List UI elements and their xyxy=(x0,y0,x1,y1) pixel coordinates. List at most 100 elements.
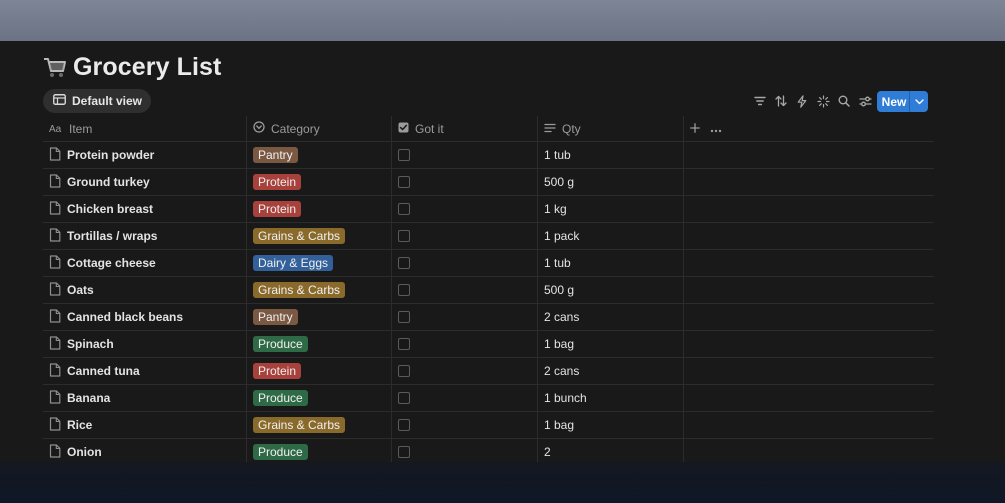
category-tag[interactable]: Protein xyxy=(253,363,302,379)
item-name[interactable]: Rice xyxy=(67,418,92,432)
qty-cell[interactable]: 2 cans xyxy=(538,304,684,330)
item-cell[interactable]: Onion xyxy=(43,439,247,462)
qty-cell[interactable]: 1 kg xyxy=(538,196,684,222)
got-it-checkbox[interactable] xyxy=(398,365,410,377)
got-it-checkbox[interactable] xyxy=(398,284,410,296)
category-tag[interactable]: Pantry xyxy=(253,147,298,163)
table-row[interactable]: Onion Produce 2 xyxy=(43,439,934,462)
got-it-checkbox[interactable] xyxy=(398,230,410,242)
qty-cell[interactable]: 2 xyxy=(538,439,684,462)
category-tag[interactable]: Protein xyxy=(253,174,302,190)
category-cell[interactable]: Protein xyxy=(247,196,392,222)
chevron-down-icon[interactable] xyxy=(910,98,928,105)
got-it-checkbox[interactable] xyxy=(398,149,410,161)
shopping-cart-icon[interactable] xyxy=(43,55,67,79)
category-cell[interactable]: Grains & Carbs xyxy=(247,277,392,303)
filter-icon[interactable] xyxy=(752,93,768,109)
ai-sparkle-icon[interactable] xyxy=(815,93,831,109)
item-name[interactable]: Canned black beans xyxy=(67,310,183,324)
item-name[interactable]: Chicken breast xyxy=(67,202,153,216)
item-cell[interactable]: Ground turkey xyxy=(43,169,247,195)
table-row[interactable]: Rice Grains & Carbs 1 bag xyxy=(43,412,934,439)
category-tag[interactable]: Protein xyxy=(253,201,302,217)
table-row[interactable]: Oats Grains & Carbs 500 g xyxy=(43,277,934,304)
column-header-qty[interactable]: Qty xyxy=(538,116,684,141)
new-button[interactable]: New xyxy=(877,91,928,112)
category-cell[interactable]: Dairy & Eggs xyxy=(247,250,392,276)
item-cell[interactable]: Canned black beans xyxy=(43,304,247,330)
qty-cell[interactable]: 2 cans xyxy=(538,358,684,384)
item-cell[interactable]: Canned tuna xyxy=(43,358,247,384)
category-cell[interactable]: Protein xyxy=(247,358,392,384)
item-cell[interactable]: Spinach xyxy=(43,331,247,357)
add-property-icon[interactable] xyxy=(690,122,700,136)
category-cell[interactable]: Grains & Carbs xyxy=(247,412,392,438)
item-name[interactable]: Oats xyxy=(67,283,94,297)
table-row[interactable]: Canned tuna Protein 2 cans xyxy=(43,358,934,385)
column-header-item[interactable]: Aa Item xyxy=(43,116,247,141)
category-cell[interactable]: Pantry xyxy=(247,304,392,330)
item-name[interactable]: Protein powder xyxy=(67,148,154,162)
category-cell[interactable]: Produce xyxy=(247,331,392,357)
item-cell[interactable]: Rice xyxy=(43,412,247,438)
got-it-checkbox[interactable] xyxy=(398,419,410,431)
qty-cell[interactable]: 500 g xyxy=(538,169,684,195)
category-tag[interactable]: Grains & Carbs xyxy=(253,282,346,298)
table-row[interactable]: Cottage cheese Dairy & Eggs 1 tub xyxy=(43,250,934,277)
category-cell[interactable]: Grains & Carbs xyxy=(247,223,392,249)
sort-icon[interactable] xyxy=(773,93,789,109)
category-tag[interactable]: Produce xyxy=(253,336,308,352)
item-cell[interactable]: Cottage cheese xyxy=(43,250,247,276)
category-tag[interactable]: Grains & Carbs xyxy=(253,228,346,244)
category-tag[interactable]: Pantry xyxy=(253,309,298,325)
qty-cell[interactable]: 1 tub xyxy=(538,142,684,168)
table-row[interactable]: Banana Produce 1 bunch xyxy=(43,385,934,412)
item-cell[interactable]: Chicken breast xyxy=(43,196,247,222)
got-it-checkbox[interactable] xyxy=(398,392,410,404)
settings-sliders-icon[interactable] xyxy=(857,93,873,109)
category-tag[interactable]: Grains & Carbs xyxy=(253,417,346,433)
page-title[interactable]: Grocery List xyxy=(73,53,221,82)
automation-icon[interactable] xyxy=(794,93,810,109)
qty-cell[interactable]: 1 tub xyxy=(538,250,684,276)
got-it-checkbox[interactable] xyxy=(398,176,410,188)
got-it-checkbox[interactable] xyxy=(398,257,410,269)
got-it-checkbox[interactable] xyxy=(398,203,410,215)
category-tag[interactable]: Dairy & Eggs xyxy=(253,255,334,271)
item-name[interactable]: Tortillas / wraps xyxy=(67,229,157,243)
table-row[interactable]: Canned black beans Pantry 2 cans xyxy=(43,304,934,331)
item-cell[interactable]: Oats xyxy=(43,277,247,303)
column-header-category[interactable]: Category xyxy=(247,116,392,141)
more-options-icon[interactable] xyxy=(710,122,722,136)
qty-cell[interactable]: 1 bag xyxy=(538,331,684,357)
category-cell[interactable]: Protein xyxy=(247,169,392,195)
item-name[interactable]: Ground turkey xyxy=(67,175,150,189)
item-name[interactable]: Banana xyxy=(67,391,110,405)
item-name[interactable]: Canned tuna xyxy=(67,364,140,378)
got-it-checkbox[interactable] xyxy=(398,446,410,458)
item-cell[interactable]: Banana xyxy=(43,385,247,411)
category-tag[interactable]: Produce xyxy=(253,390,308,406)
category-tag[interactable]: Produce xyxy=(253,444,308,460)
item-cell[interactable]: Protein powder xyxy=(43,142,247,168)
item-name[interactable]: Spinach xyxy=(67,337,114,351)
qty-cell[interactable]: 500 g xyxy=(538,277,684,303)
category-cell[interactable]: Pantry xyxy=(247,142,392,168)
table-row[interactable]: Chicken breast Protein 1 kg xyxy=(43,196,934,223)
category-cell[interactable]: Produce xyxy=(247,439,392,462)
tab-default-view[interactable]: Default view xyxy=(43,89,152,113)
qty-cell[interactable]: 1 pack xyxy=(538,223,684,249)
table-row[interactable]: Tortillas / wraps Grains & Carbs 1 pack xyxy=(43,223,934,250)
got-it-checkbox[interactable] xyxy=(398,338,410,350)
table-row[interactable]: Protein powder Pantry 1 tub xyxy=(43,142,934,169)
search-icon[interactable] xyxy=(836,93,852,109)
table-row[interactable]: Spinach Produce 1 bag xyxy=(43,331,934,358)
qty-cell[interactable]: 1 bunch xyxy=(538,385,684,411)
item-cell[interactable]: Tortillas / wraps xyxy=(43,223,247,249)
item-name[interactable]: Onion xyxy=(67,445,102,459)
got-it-checkbox[interactable] xyxy=(398,311,410,323)
qty-cell[interactable]: 1 bag xyxy=(538,412,684,438)
category-cell[interactable]: Produce xyxy=(247,385,392,411)
column-header-got-it[interactable]: Got it xyxy=(392,116,538,141)
item-name[interactable]: Cottage cheese xyxy=(67,256,156,270)
